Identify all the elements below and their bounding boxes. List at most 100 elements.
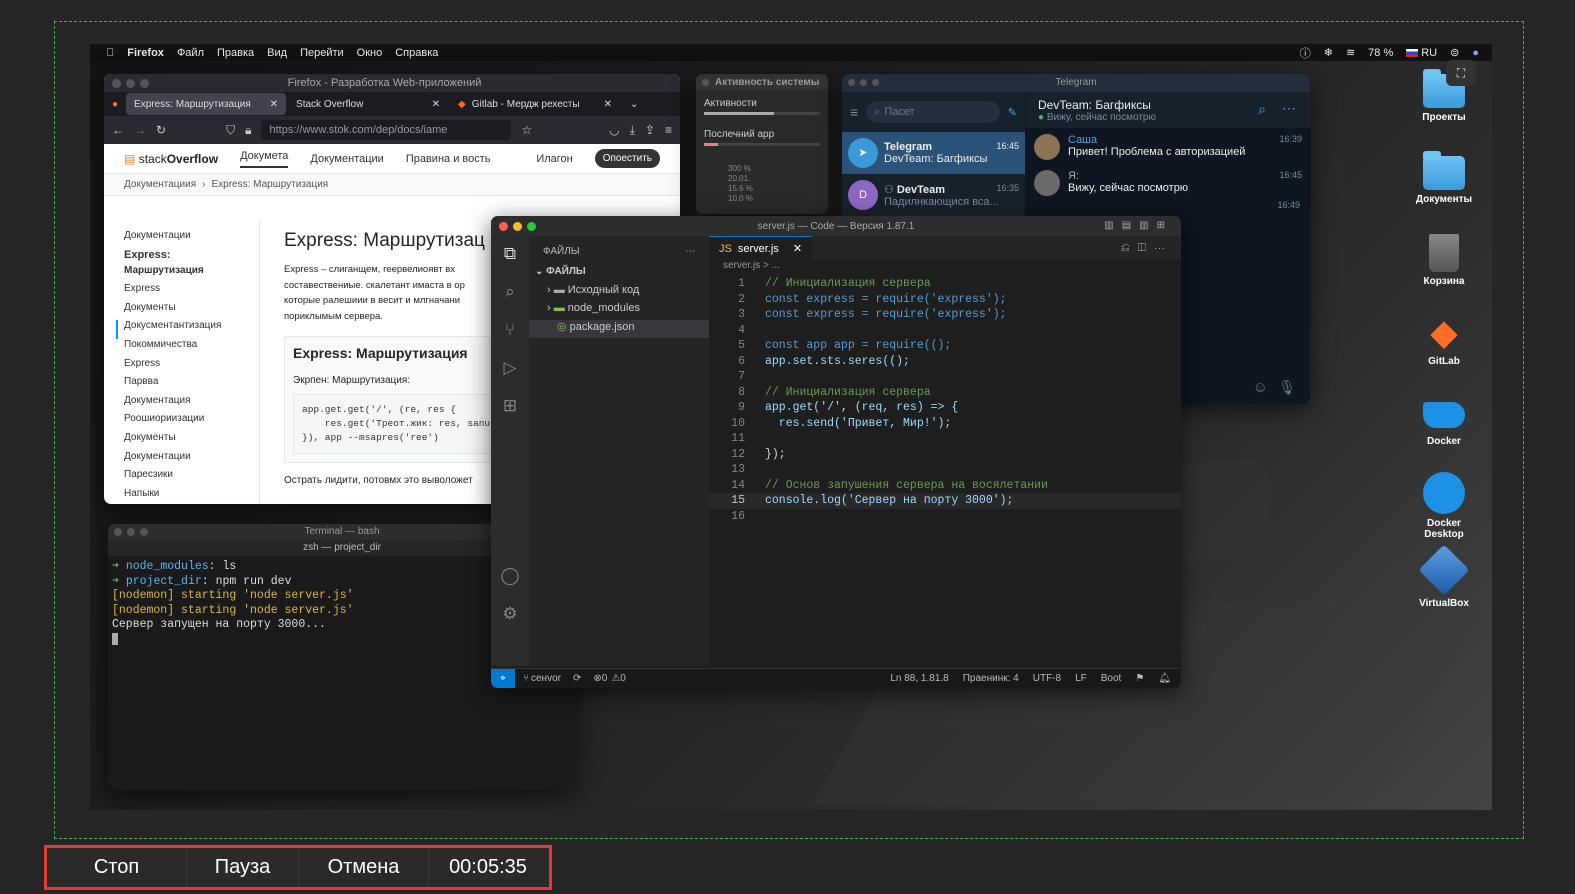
menu-item-window[interactable]: Окно (357, 47, 383, 59)
code-line[interactable]: 13 (709, 462, 1181, 478)
code-line[interactable]: 14// Основ запушения сервера на восялета… (709, 478, 1181, 494)
tree-item[interactable]: ◎ package.json (529, 320, 709, 338)
status-indent[interactable]: Праенинк: 4 (963, 673, 1019, 684)
cta-button[interactable]: Опоестить (594, 149, 660, 168)
side-item[interactable]: Паресзики (124, 469, 259, 488)
back-icon[interactable]: ← (112, 123, 124, 137)
hamburger-icon[interactable]: ≡ (850, 104, 858, 120)
desktop-folder-documents[interactable]: Документы (1408, 151, 1480, 205)
code-line[interactable]: 9 app.get('/', (req, res) => { (709, 400, 1181, 416)
stackoverflow-logo[interactable]: ▤ stackOverflow (124, 152, 218, 166)
search-input[interactable]: ⌕ Пасет (866, 101, 1000, 123)
side-item[interactable]: Докусментантизация (116, 320, 259, 339)
desktop-trash[interactable]: Корзина (1408, 234, 1480, 287)
tab-express[interactable]: Express: Маршрутизация ✕ (126, 93, 287, 115)
nav-documentation[interactable]: Документации (310, 153, 383, 165)
code-line[interactable]: 15 console.log('Сервер на порту 3000'); (709, 493, 1181, 509)
desktop-gitlab[interactable]: ◆ GitLab (1408, 314, 1480, 367)
more-icon[interactable]: ⋯ (685, 246, 695, 257)
pocket-icon[interactable]: ◡ (609, 123, 619, 137)
side-item[interactable]: Маршрутизация (124, 265, 259, 284)
status-errors[interactable]: 0 (602, 673, 608, 684)
run-debug-icon[interactable]: ▷ (491, 358, 529, 378)
layout-icons[interactable]: ▥▤▥⊞ (1104, 220, 1173, 231)
desktop-docker[interactable]: Docker (1408, 394, 1480, 447)
close-icon[interactable]: ✕ (604, 99, 612, 110)
menu-item-view[interactable]: Вид (267, 47, 287, 59)
extensions-icon[interactable]: ⊞ (491, 396, 529, 416)
bell-icon[interactable]: 🔔︎ (1158, 673, 1171, 684)
code-line[interactable]: 5 const app app = require((); (709, 338, 1181, 354)
code-line[interactable]: 3 const express = require('express'); (709, 307, 1181, 323)
tree-item[interactable]: › ▬ node_modules (529, 302, 709, 320)
menu-item-file[interactable]: Файл (177, 47, 204, 59)
code-line[interactable]: 11 (709, 431, 1181, 447)
side-item[interactable]: Парвва (124, 376, 259, 395)
code-line[interactable]: 10 res.send('Привет, Мир!'); (709, 416, 1181, 432)
wifi-icon[interactable]: ≋ (1346, 46, 1355, 59)
code-lines[interactable]: 1// Инициализация сервера 2 const express … (709, 276, 1181, 524)
side-item[interactable]: Документы (124, 432, 259, 451)
activity-item[interactable]: Активности (704, 98, 820, 109)
remote-icon[interactable]: ⌖ (491, 669, 515, 688)
desktop-virtualbox[interactable]: VirtualBox (1408, 544, 1480, 609)
tree-item[interactable]: › ▬ Исходный код (529, 284, 709, 302)
menu-icon[interactable]: ≡ (665, 123, 672, 137)
emoji-icon[interactable]: ☺ (1253, 379, 1268, 396)
mic-icon[interactable]: 🎙︎ (1278, 379, 1296, 396)
side-item[interactable]: Напыки (124, 488, 259, 504)
nav-login[interactable]: Илагон (536, 153, 572, 165)
info-icon[interactable]: ⓘ (1300, 45, 1311, 61)
control-center-icon[interactable]: ⊜ (1450, 46, 1459, 59)
desktop-docker-desktop[interactable]: Docker Desktop (1408, 472, 1480, 540)
close-icon[interactable]: ✕ (432, 99, 440, 110)
editor-breadcrumb[interactable]: server.js > ... (709, 260, 1181, 276)
activity-item[interactable]: Послечний арр (704, 129, 820, 140)
cancel-button[interactable]: Отмена (299, 848, 429, 887)
source-control-icon[interactable]: ⑂ (491, 320, 529, 340)
nav-rules[interactable]: Правина и вость (406, 153, 491, 165)
search-icon[interactable]: ⌕ (491, 282, 529, 302)
code-line[interactable]: 12}); (709, 447, 1181, 463)
code-line[interactable]: 1// Инициализация сервера (709, 276, 1181, 292)
siri-icon[interactable]: ● (1472, 47, 1479, 59)
more-icon[interactable]: ⋯ (1282, 100, 1296, 117)
menu-app-name[interactable]: Firefox (127, 47, 164, 59)
download-icon[interactable]: ⤓ (630, 123, 635, 138)
account-icon[interactable]: ◯ (491, 566, 529, 586)
side-item[interactable]: Документации (124, 451, 259, 470)
tab-gitlab[interactable]: ◆ Gitlab - Мердж рехесты ✕ (450, 93, 620, 115)
feedback-icon[interactable]: ⚑ (1135, 673, 1144, 684)
url-bar[interactable]: https://www.stok.com/dep/docs/iame (261, 120, 512, 140)
editor-area[interactable]: JS server.js ✕ ⎌◫⋯ server.js > ... 1// Ини… (709, 236, 1181, 666)
nav-docs[interactable]: Докумета (240, 150, 289, 168)
code-line[interactable]: 6 app.set.sts.seres((); (709, 354, 1181, 370)
chevron-down-icon[interactable]: ⌄ (630, 99, 638, 110)
menu-item-go[interactable]: Перейти (300, 47, 344, 59)
breadcrumb-docs[interactable]: Документациия (124, 179, 196, 190)
breadcrumb-current[interactable]: Express: Маршрутизация (211, 179, 328, 190)
apple-icon[interactable]:  (106, 47, 114, 59)
share-icon[interactable]: ⇪ (645, 123, 655, 137)
code-line[interactable]: 8// Инициализация сервера (709, 385, 1181, 401)
input-language[interactable]: RU (1421, 47, 1437, 59)
side-item[interactable]: Роошиориизации (124, 413, 259, 432)
side-item[interactable]: Express (124, 358, 259, 377)
chat-item[interactable]: D ⚇ DevTeam 16:35 Падилнкающися вса... (842, 174, 1025, 216)
tab-stackoverflow[interactable]: Stack Overflow ✕ (288, 93, 448, 115)
reload-icon[interactable]: ↻ (156, 123, 166, 137)
status-language[interactable]: Boot (1101, 673, 1122, 684)
code-line[interactable]: 7 (709, 369, 1181, 385)
battery-label[interactable]: 78 % (1368, 47, 1393, 59)
stop-button[interactable]: Стоп (47, 848, 187, 887)
code-line[interactable]: 16 (709, 509, 1181, 525)
pause-button[interactable]: Пауза (187, 848, 299, 887)
side-item[interactable]: Express: (124, 249, 259, 265)
side-item[interactable]: Документация (124, 395, 259, 414)
explorer-icon[interactable]: ⧉ (491, 244, 529, 264)
traffic-lights[interactable] (112, 78, 149, 88)
code-line[interactable]: 2 const express = require('express'); (709, 292, 1181, 308)
status-encoding[interactable]: UTF-8 (1033, 673, 1061, 684)
forward-icon[interactable]: → (134, 123, 146, 137)
search-icon[interactable]: ⌕ (1258, 101, 1266, 118)
